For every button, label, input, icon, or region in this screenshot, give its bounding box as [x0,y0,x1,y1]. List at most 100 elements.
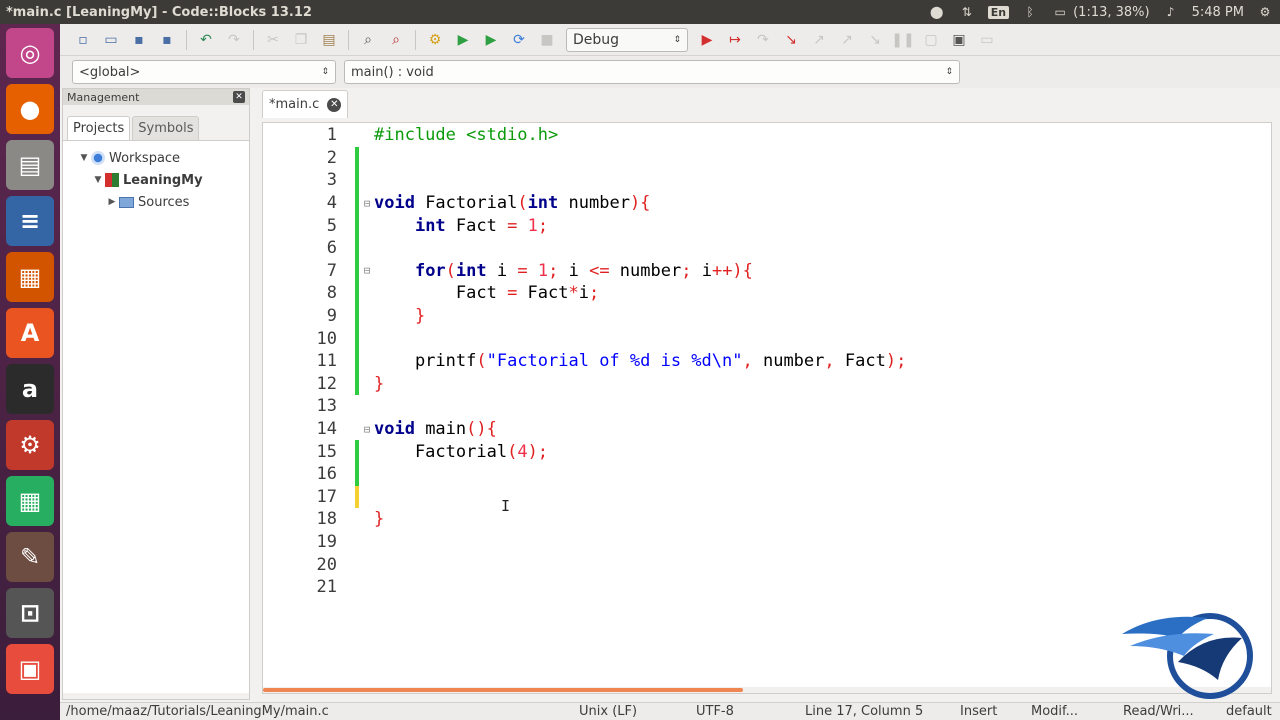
impress-icon[interactable]: ▦ [6,252,54,302]
clock[interactable]: 5:48 PM [1192,5,1244,20]
scope-select[interactable]: <global> ⇕ [72,60,336,84]
toolbar-separator [348,29,349,50]
code-text: #include <stdio.h> [374,125,559,146]
step-into-icon[interactable]: ↘ [778,28,804,52]
line-number: 4 [326,193,337,214]
paste-icon[interactable]: ▤ [316,28,342,52]
fold-minus-icon[interactable]: ⊟ [361,192,373,215]
battery-indicator[interactable]: ▭ (1:13, 38%) [1051,4,1149,20]
codeblocks-icon[interactable]: ▣ [6,644,54,694]
chevron-down-icon[interactable]: ▼ [91,175,105,185]
calc-icon[interactable]: ▦ [6,476,54,526]
find-icon[interactable]: ⌕ [355,28,381,52]
change-marker [355,327,359,350]
scrollbar-thumb[interactable] [263,688,743,692]
function-select[interactable]: main() : void ⇕ [344,60,960,84]
ubuntu-logo-icon[interactable]: ◎ [6,28,54,78]
tab-projects[interactable]: Projects [67,116,131,140]
keyboard-language[interactable]: En [987,5,1010,19]
build-target-select[interactable]: Debug ⇕ [566,27,688,52]
close-icon[interactable]: ✕ [327,97,342,112]
chevron-down-icon[interactable]: ▼ [77,153,91,163]
toolbar-separator [415,29,416,50]
step-instruction-icon[interactable]: ↘ [862,28,888,52]
code-line: 19 [263,531,1271,554]
tab-main-c[interactable]: *main.c ✕ [262,90,349,118]
toolbar-separator [253,29,254,50]
cut-icon[interactable]: ✂ [260,28,286,52]
gimp-icon[interactable]: ✎ [6,532,54,582]
transfer-icon[interactable]: ⇅ [958,4,976,20]
next-instruction-icon[interactable]: ↗ [834,28,860,52]
amazon-icon[interactable]: a [6,364,54,414]
line-number: 18 [316,509,337,530]
save-all-icon[interactable]: ▪ [154,28,180,52]
tree-sources[interactable]: ▶ Sources [63,191,249,213]
code-text: Fact = Fact*i; [374,283,600,304]
tab-symbols[interactable]: Symbols [132,116,200,140]
redo-icon[interactable]: ↷ [221,28,247,52]
line-number: 16 [316,464,337,485]
software-center-icon[interactable]: A [6,308,54,358]
open-file-icon[interactable]: ▭ [98,28,124,52]
info-icon[interactable]: ▭ [974,28,1000,52]
files-icon[interactable]: ▤ [6,140,54,190]
rebuild-icon[interactable]: ⟳ [506,28,532,52]
undo-icon[interactable]: ↶ [193,28,219,52]
run-to-cursor-icon[interactable]: ↦ [722,28,748,52]
system-tray: ⬤ ⇅ En ᛒ ▭ (1:13, 38%) ♪ 5:48 PM ⚙ [928,4,1280,20]
volume-icon[interactable]: ♪ [1162,4,1180,20]
management-panel: Management ✕ Projects Symbols ▼ Workspac… [62,88,250,700]
bluetooth-icon[interactable]: ᛒ [1021,4,1039,20]
run-icon[interactable]: ▶ [450,28,476,52]
code-text: for(int i = 1; i <= number; i++){ [414,260,753,281]
watermark-logo [1122,613,1253,699]
change-marker [355,372,359,396]
next-line-icon[interactable]: ↷ [750,28,776,52]
line-number: 15 [316,441,337,462]
pause-icon[interactable]: ❚❚ [890,28,916,52]
code-line: 3 [263,169,1271,192]
tree-label: Sources [138,194,190,210]
chevron-updown-icon: ⇕ [673,34,681,45]
code-line: 4 ⊟ void Factorial(int number){ [263,191,1271,215]
build-icon[interactable]: ⚙ [422,28,448,52]
abort-icon[interactable]: ■ [534,28,560,52]
change-marker [355,304,359,328]
line-number: 20 [316,554,337,575]
debug-start-icon[interactable]: ▶ [694,28,720,52]
code-text: void Factorial(int number){ [374,193,651,214]
tree-workspace[interactable]: ▼ Workspace [63,147,249,169]
save-icon[interactable]: ▪ [126,28,152,52]
fold-minus-icon[interactable]: ⊟ [361,418,373,441]
step-out-icon[interactable]: ↗ [806,28,832,52]
replace-icon[interactable]: ⌕ [383,28,409,52]
line-number: 11 [316,351,337,372]
status-profile: default [1226,704,1272,719]
change-marker [355,191,359,215]
new-file-icon[interactable]: ▫ [70,28,96,52]
power-gear-icon[interactable]: ⚙ [1256,4,1274,20]
network-icon[interactable]: ⬤ [928,4,946,20]
firefox-icon[interactable]: ● [6,84,54,134]
line-number: 21 [316,577,337,598]
chevron-right-icon[interactable]: ▶ [105,197,119,207]
debug-windows-icon[interactable]: ▣ [946,28,972,52]
project-tree: ▼ Workspace ▼ LeaningMy ▶ Sources [63,141,249,693]
close-icon[interactable]: ✕ [233,91,245,103]
copy-icon[interactable]: ❐ [288,28,314,52]
code-text: } [374,509,385,530]
code-line: 13 [263,395,1271,418]
fold-minus-icon[interactable]: ⊟ [361,260,373,283]
settings-icon[interactable]: ⚙ [6,420,54,470]
build-and-run-icon[interactable]: ▶ [478,28,504,52]
code-line: 17 [263,485,1271,509]
lock-icon[interactable]: ⊡ [6,588,54,638]
status-bar: /home/maaz/Tutorials/LeaningMy/main.c Un… [60,702,1280,720]
main-toolbar: ▫ ▭ ▪ ▪ ↶ ↷ ✂ ❐ ▤ ⌕ ⌕ ⚙ ▶ ▶ ⟳ ■ Debug ⇕ … [60,24,1280,56]
writer-icon[interactable]: ≡ [6,196,54,246]
code-line: 11 printf("Factorial of %d is %d\n", num… [263,350,1271,373]
stop-icon[interactable]: ▢ [918,28,944,52]
editor-tabs: *main.c ✕ [254,88,1280,118]
tree-project[interactable]: ▼ LeaningMy [63,169,249,191]
